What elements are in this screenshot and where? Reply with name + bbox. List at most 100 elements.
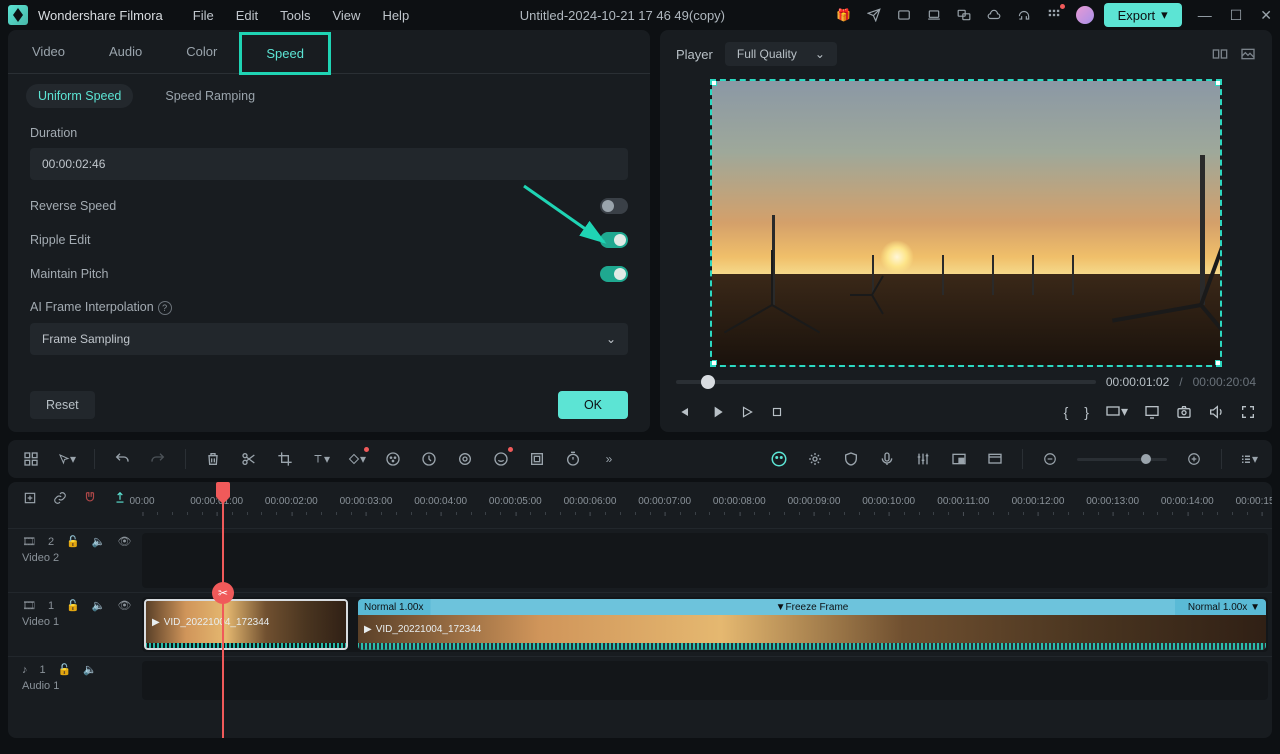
ripple-edit-toggle[interactable] <box>600 232 628 248</box>
maintain-pitch-toggle[interactable] <box>600 266 628 282</box>
pip-icon[interactable] <box>950 450 968 468</box>
export-button[interactable]: Export▾ <box>1104 3 1182 27</box>
menu-help[interactable]: Help <box>382 8 409 23</box>
stop-icon[interactable] <box>770 405 784 419</box>
crop-handle-bl[interactable] <box>710 360 717 367</box>
board-icon[interactable] <box>986 450 1004 468</box>
visibility-icon[interactable]: 👁 <box>118 535 132 548</box>
send-icon[interactable] <box>866 7 882 23</box>
compare-view-icon[interactable] <box>1212 46 1228 62</box>
display-icon[interactable] <box>1144 404 1160 420</box>
split-icon[interactable] <box>240 450 258 468</box>
volume-icon[interactable] <box>1208 404 1224 420</box>
redo-icon[interactable] <box>149 450 167 468</box>
quality-dropdown[interactable]: Full Quality⌄ <box>725 42 837 66</box>
mute-icon[interactable]: 🔈 <box>83 663 97 676</box>
tab-video[interactable]: Video <box>10 30 87 73</box>
play-icon[interactable] <box>708 404 724 420</box>
delete-icon[interactable] <box>204 450 222 468</box>
snapshot-icon[interactable] <box>1176 404 1192 420</box>
crop-icon[interactable] <box>276 450 294 468</box>
track-head-audio1[interactable]: ♪1🔓🔈 Audio 1 <box>8 657 142 704</box>
gift-icon[interactable]: 🎁 <box>836 7 852 23</box>
crop-handle-br[interactable] <box>1215 360 1222 367</box>
maximize-button[interactable]: ☐ <box>1230 7 1243 24</box>
help-icon[interactable]: ? <box>158 301 172 315</box>
playhead[interactable] <box>222 482 224 738</box>
cloud-icon[interactable] <box>986 7 1002 23</box>
menu-edit[interactable]: Edit <box>236 8 258 23</box>
undo-icon[interactable] <box>113 450 131 468</box>
ai-icon[interactable] <box>770 450 788 468</box>
reverse-speed-toggle[interactable] <box>600 198 628 214</box>
track-video2[interactable] <box>142 533 1268 588</box>
close-button[interactable]: ✕ <box>1260 7 1272 24</box>
lock-icon[interactable]: 🔓 <box>58 663 72 676</box>
more-icon[interactable]: » <box>600 450 618 468</box>
interpolation-dropdown[interactable]: Frame Sampling⌄ <box>30 323 628 355</box>
visibility-icon[interactable]: 👁 <box>118 599 132 612</box>
scrub-head[interactable] <box>701 375 715 389</box>
text-icon[interactable]: ▾ <box>312 450 330 468</box>
menu-view[interactable]: View <box>332 8 360 23</box>
tab-audio[interactable]: Audio <box>87 30 164 73</box>
menu-file[interactable]: File <box>193 8 214 23</box>
track-head-video1[interactable]: 🎞1🔓🔈👁 Video 1 <box>8 593 142 656</box>
scrub-bar[interactable] <box>676 380 1096 384</box>
adjust-icon[interactable] <box>528 450 546 468</box>
track-head-video2[interactable]: 🎞2🔓🔈👁 Video 2 <box>8 529 142 592</box>
crop-handle-tl[interactable] <box>710 79 717 86</box>
color-icon[interactable] <box>384 450 402 468</box>
zoom-slider[interactable] <box>1077 458 1167 461</box>
layout-icon[interactable] <box>22 450 40 468</box>
tab-speed[interactable]: Speed <box>239 32 331 75</box>
prev-frame-icon[interactable] <box>676 404 692 420</box>
subtab-speed-ramping[interactable]: Speed Ramping <box>153 84 267 108</box>
magnet-icon[interactable] <box>82 489 98 507</box>
window-icon[interactable] <box>896 7 912 23</box>
screens-icon[interactable] <box>956 7 972 23</box>
avatar-icon[interactable] <box>1076 6 1094 24</box>
mark-out-icon[interactable]: } <box>1084 404 1089 420</box>
shield-icon[interactable] <box>842 450 860 468</box>
crop-handle-tr[interactable] <box>1215 79 1222 86</box>
mute-icon[interactable]: 🔈 <box>92 535 106 548</box>
link-icon[interactable] <box>52 489 68 507</box>
add-track-icon[interactable] <box>22 489 38 507</box>
fullscreen-icon[interactable] <box>1240 404 1256 420</box>
headphones-icon[interactable] <box>1016 7 1032 23</box>
mixer-icon[interactable] <box>914 450 932 468</box>
zoom-out-icon[interactable] <box>1041 450 1059 468</box>
laptop-icon[interactable] <box>926 7 942 23</box>
lock-icon[interactable]: 🔓 <box>66 599 80 612</box>
lock-icon[interactable]: 🔓 <box>66 535 80 548</box>
minimize-button[interactable]: — <box>1198 7 1212 24</box>
list-icon[interactable]: ▾ <box>1240 450 1258 468</box>
clip-selected[interactable]: ▶VID_20221004_172344 <box>144 599 348 650</box>
keyframe-icon[interactable]: ▾ <box>348 450 366 468</box>
ratio-icon[interactable]: ▾ <box>1105 403 1128 420</box>
zoom-in-icon[interactable] <box>1185 450 1203 468</box>
marker-icon[interactable] <box>112 489 128 507</box>
sparkle-icon[interactable] <box>806 450 824 468</box>
clip-main[interactable]: Normal 1.00x ▼ Freeze FrameNormal 1.00x … <box>358 599 1266 650</box>
mask-icon[interactable] <box>492 450 510 468</box>
timer-icon[interactable] <box>564 450 582 468</box>
menu-tools[interactable]: Tools <box>280 8 310 23</box>
duration-input[interactable] <box>30 148 628 180</box>
ok-button[interactable]: OK <box>558 391 628 419</box>
track-video1[interactable]: ▶VID_20221004_172344 Normal 1.00x ▼ Free… <box>142 597 1268 652</box>
mic-icon[interactable] <box>878 450 896 468</box>
subtab-uniform-speed[interactable]: Uniform Speed <box>26 84 133 108</box>
reset-button[interactable]: Reset <box>30 391 95 419</box>
picture-view-icon[interactable] <box>1240 46 1256 62</box>
effects-icon[interactable] <box>456 450 474 468</box>
timeline-ruler[interactable]: 00:0000:00:01:0000:00:02:0000:00:03:0000… <box>142 482 1262 514</box>
apps-icon[interactable] <box>1046 7 1062 23</box>
mute-icon[interactable]: 🔈 <box>92 599 106 612</box>
speed-icon[interactable] <box>420 450 438 468</box>
video-preview[interactable] <box>710 79 1222 367</box>
tab-color[interactable]: Color <box>164 30 239 73</box>
mark-in-icon[interactable]: { <box>1064 404 1069 420</box>
cursor-icon[interactable]: ▾ <box>58 450 76 468</box>
